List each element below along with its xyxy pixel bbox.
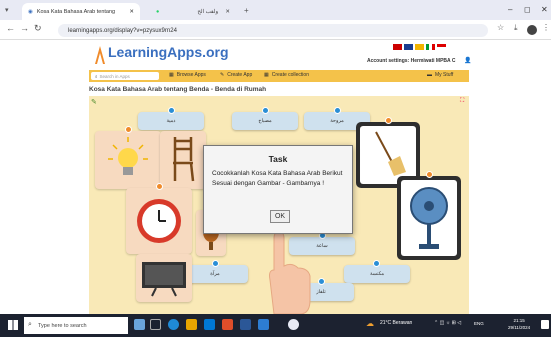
lamp-card[interactable] <box>95 131 161 189</box>
close-window-button[interactable]: ✕ <box>541 5 548 14</box>
pin-icon <box>318 278 325 285</box>
site-logo[interactable]: LearningApps.org <box>108 44 229 60</box>
app-title: Kosa Kata Bahasa Arab tentang Benda - Be… <box>89 86 267 93</box>
clock-card[interactable] <box>126 188 192 254</box>
edit-icon[interactable]: ✎ <box>91 98 97 106</box>
whatsapp-icon: ● <box>156 8 160 15</box>
close-tab-icon[interactable]: ✕ <box>129 9 134 15</box>
taskbar-app-icon[interactable] <box>134 319 145 330</box>
more-menu-icon[interactable]: ⋮ <box>542 23 550 32</box>
fan-card[interactable] <box>397 176 461 260</box>
system-tray-icons[interactable]: ⌃ ◫ ☼ ⊞ ◁ <box>434 320 461 326</box>
profile-avatar[interactable] <box>527 25 537 35</box>
pin-icon <box>156 183 163 190</box>
file-explorer-icon[interactable] <box>186 319 197 330</box>
url-input[interactable]: learningapps.org/display?v=pzysux9rn24 <box>58 24 488 37</box>
dialog-title: Task <box>268 154 288 164</box>
pin-icon <box>426 171 433 178</box>
word-label[interactable]: مكنسة <box>344 265 410 283</box>
chrome-icon[interactable] <box>288 319 299 330</box>
search-icon: ⌕ <box>28 321 32 328</box>
time: 21:15 <box>513 318 525 323</box>
taskbar-search-input[interactable]: ⌕ Type here to search <box>24 317 128 334</box>
app-icon[interactable] <box>258 319 269 330</box>
ok-button[interactable]: OK <box>270 210 290 223</box>
date: 29/11/2024 <box>508 325 531 330</box>
language-indicator[interactable]: ENG <box>474 321 484 326</box>
download-icon[interactable]: ⤓ <box>514 23 518 33</box>
minimize-button[interactable]: – <box>508 5 512 14</box>
language-flags[interactable] <box>393 44 453 51</box>
bookmark-star-icon[interactable]: ☆ <box>497 23 504 32</box>
card-inner <box>401 180 457 256</box>
notification-icon[interactable] <box>541 320 549 329</box>
pin-icon <box>212 260 219 267</box>
learningapps-logo-icon <box>95 46 105 64</box>
back-icon[interactable]: ← <box>6 23 15 33</box>
pin-icon <box>168 107 175 114</box>
pin-icon <box>262 107 269 114</box>
television-icon <box>142 262 186 297</box>
my-stuff-link[interactable]: ▬ My Stuff <box>427 72 453 78</box>
search-icon: ⌕ <box>95 73 98 79</box>
light-bulb-icon <box>108 137 148 175</box>
grid-icon: ▦ <box>169 72 174 78</box>
task-view-icon[interactable] <box>150 319 161 330</box>
maximize-button[interactable]: ◻ <box>524 5 531 14</box>
pin-icon <box>385 117 392 124</box>
pencil-icon: ✎ <box>220 72 225 78</box>
hand-pointer-icon <box>269 231 311 314</box>
edge-icon[interactable] <box>168 319 179 330</box>
reload-icon[interactable]: ↻ <box>34 23 42 34</box>
tab-active[interactable]: ◉ Kosa Kata Bahasa Arab tentang ✕ <box>22 3 140 20</box>
fan-icon <box>410 187 448 249</box>
word-icon[interactable] <box>240 319 251 330</box>
dialog-message: Cocokkanlah Kosa Kata Bahasa Arab Beriku… <box>212 170 343 187</box>
create-app-link[interactable]: ✎ Create App <box>220 72 252 78</box>
tab-label: ولقب الح <box>197 8 219 15</box>
create-collection-link[interactable]: ▦ Create collection <box>264 72 309 78</box>
windows-start-icon[interactable] <box>8 320 18 330</box>
grid-icon: ▦ <box>264 72 269 78</box>
word-label[interactable]: مصباح <box>232 112 298 130</box>
forward-icon[interactable]: → <box>20 23 29 33</box>
clock-icon <box>137 199 181 243</box>
tab-list-icon[interactable]: ▾ <box>5 6 9 14</box>
pin-icon <box>334 107 341 114</box>
tab-inactive[interactable]: ● ولقب الح ✕ <box>150 3 236 20</box>
search-input[interactable]: ⌕ Search in Apps <box>91 72 159 80</box>
office-icon[interactable] <box>222 319 233 330</box>
user-icon[interactable]: 👤 <box>464 57 471 64</box>
clock[interactable]: 21:15 29/11/2024 <box>508 317 530 331</box>
flag-icon[interactable] <box>437 44 446 50</box>
word-label[interactable]: دمية <box>138 112 204 130</box>
weather-text[interactable]: 21°C Berawan <box>380 320 412 326</box>
task-dialog: Task Cocokkanlah Kosa Kata Bahasa Arab B… <box>203 145 353 234</box>
chair-icon <box>173 137 195 182</box>
new-tab-button[interactable]: + <box>244 6 249 15</box>
browse-apps-link[interactable]: ▦ Browse Apps <box>169 72 206 78</box>
folder-icon: ▬ <box>427 72 432 78</box>
tv-card[interactable] <box>136 254 192 302</box>
pin-icon <box>373 260 380 267</box>
fullscreen-icon[interactable]: ⛶ <box>460 98 464 105</box>
flag-icon[interactable] <box>393 44 402 50</box>
pin-icon <box>125 126 132 133</box>
flag-icon[interactable] <box>426 44 435 50</box>
chair-card[interactable] <box>160 131 206 189</box>
favicon-icon: ◉ <box>28 8 33 15</box>
tab-label: Kosa Kata Bahasa Arab tentang <box>36 8 116 15</box>
weather-icon: ☁ <box>366 319 374 328</box>
account-settings[interactable]: Account settings: Hermiwati MPBA C <box>367 58 455 64</box>
close-tab-icon[interactable]: ✕ <box>225 9 230 15</box>
flag-icon[interactable] <box>415 44 424 50</box>
flag-icon[interactable] <box>404 44 413 50</box>
mail-icon[interactable] <box>204 319 215 330</box>
